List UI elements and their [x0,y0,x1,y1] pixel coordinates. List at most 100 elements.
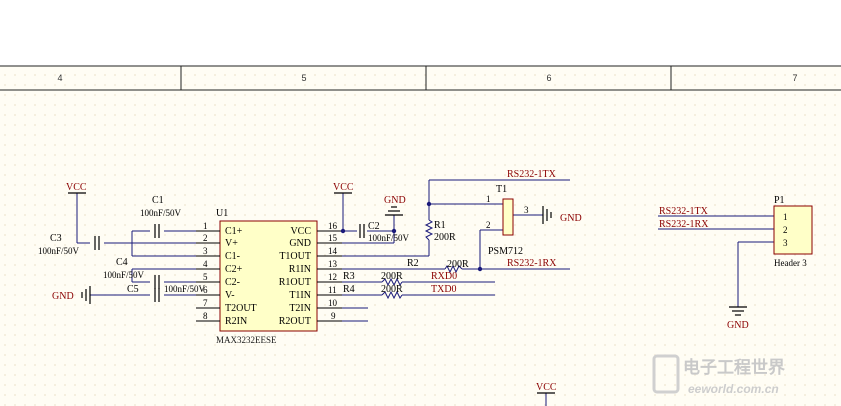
capacitor-c3[interactable]: C3 100nF/50V [38,233,100,256]
header-pin-number: 2 [783,225,788,235]
power-label: VCC [66,182,87,193]
power-label: GND [52,291,74,302]
res-value: 200R [447,259,469,270]
cap-value: 100nF/50V [103,270,145,280]
header-ref: P1 [774,195,785,206]
power-gnd-c2[interactable]: GND [384,195,406,216]
pin-number: 2 [203,233,208,243]
cap-ref: C4 [116,257,128,268]
tvs-ref: T1 [496,184,507,195]
net-label-tx: RS232-1TX [507,169,557,180]
net-label-rx: RS232-1RX [507,258,557,269]
zone-label: 7 [792,73,797,83]
zone-border: 4 5 6 7 [0,65,841,91]
power-label: GND [384,195,406,206]
tvs-t1[interactable]: T1 PSM712 1 2 3 [486,184,529,257]
zone-label: 4 [57,73,62,83]
header-pin-number: 3 [783,238,788,248]
pin-number: 10 [328,298,338,308]
pin-name: V+ [225,238,238,249]
pin-number: 13 [328,259,338,269]
pin-name: T1OUT [279,251,311,262]
pin-number: 1 [203,221,208,231]
pin-number: 8 [203,311,208,321]
power-label: GND [560,213,582,224]
net-label-rxd: RXD0 [431,271,457,282]
tvs-pin-number: 2 [486,220,491,230]
net-label-header-rx: RS232-1RX [659,219,709,230]
header-p1[interactable]: P1 Header 3 1 2 3 [773,195,813,268]
res-ref: R1 [434,220,446,231]
tvs-body [502,198,514,236]
pin-number: 15 [328,233,338,243]
net-label-header-tx: RS232-1TX [659,206,709,217]
tvs-pin-number: 1 [486,194,491,204]
ic-u1[interactable]: U1 MAX3232EESE 1 2 3 4 5 6 7 8 C1+ V+ C1… [196,208,342,345]
watermark-logo-icon [652,354,680,394]
pin-name: T2OUT [225,303,257,314]
pin-name: GND [289,238,311,249]
pin-number: 5 [203,272,208,282]
resistor-r1[interactable]: R1 200R [424,219,456,243]
power-vcc-bottom[interactable]: VCC [536,382,557,394]
pin-name: C2+ [225,264,243,275]
pin-name: R1OUT [279,277,311,288]
pin-name: C1- [225,251,240,262]
pin-name: V- [225,290,235,301]
header-pin-number: 1 [783,212,788,222]
pin-name: T2IN [289,303,311,314]
pin-name: T1IN [289,290,311,301]
res-ref: R3 [343,271,355,282]
power-gnd-tvs[interactable]: GND [542,206,582,224]
capacitor-c5[interactable]: C5 100nF/50V [127,284,206,302]
ic-left-pin-lines [196,230,220,322]
power-vcc-left[interactable]: VCC [66,182,87,194]
pin-number: 12 [328,272,337,282]
pin-number: 3 [203,246,208,256]
pin-number: 9 [331,311,336,321]
schematic-canvas: 4 5 6 7 U1 MAX3232EESE 1 2 3 4 5 6 7 8 C… [0,0,841,406]
pin-name: R1IN [289,264,311,275]
cap-ref: C3 [50,233,62,244]
res-value: 200R [381,284,403,295]
pin-name: VCC [290,226,311,237]
cap-value: 100nF/50V [140,208,182,218]
header-body [773,205,813,255]
power-vcc-top[interactable]: VCC [333,182,354,194]
resistor-r3[interactable]: R3 200R [343,271,403,287]
res-ref: R4 [343,284,355,295]
res-value: 200R [381,271,403,282]
cap-ref: C5 [127,284,139,295]
power-label: VCC [536,382,557,393]
pin-number: 7 [203,298,208,308]
pin-name: C1+ [225,226,243,237]
cap-value: 100nF/50V [368,233,410,243]
capacitor-c1[interactable]: C1 100nF/50V [140,195,182,238]
pin-number: 14 [328,246,338,256]
zone-label: 6 [546,73,551,83]
net-label-txd: TXD0 [431,284,457,295]
pin-number: 16 [328,221,338,231]
tvs-pin-number: 3 [524,205,529,215]
capacitor-c2[interactable]: C2 100nF/50V [359,221,410,243]
pin-name: R2IN [225,316,247,327]
res-ref: R2 [407,258,419,269]
ic-part-number: MAX3232EESE [216,335,277,345]
header-part: Header 3 [774,258,807,268]
power-gnd-c5[interactable]: GND [52,286,91,304]
watermark: 电子工程世界 eeworld.com.cn [652,354,785,396]
cap-ref: C2 [368,221,380,232]
cap-value: 100nF/50V [38,246,80,256]
pin-name: R2OUT [279,316,311,327]
resistor-r2[interactable]: R2 200R [407,258,469,274]
cap-value: 100nF/50V [164,284,206,294]
pin-number: 4 [203,259,208,269]
resistor-r4[interactable]: R4 200R [343,284,403,300]
power-gnd-header[interactable]: GND [727,306,749,331]
schematic-drawing: 4 5 6 7 U1 MAX3232EESE 1 2 3 4 5 6 7 8 C… [0,65,841,406]
tvs-part: PSM712 [488,246,523,257]
watermark-en: eeworld.com.cn [688,382,779,396]
pin-name: C2- [225,277,240,288]
power-label: GND [727,320,749,331]
power-label: VCC [333,182,354,193]
